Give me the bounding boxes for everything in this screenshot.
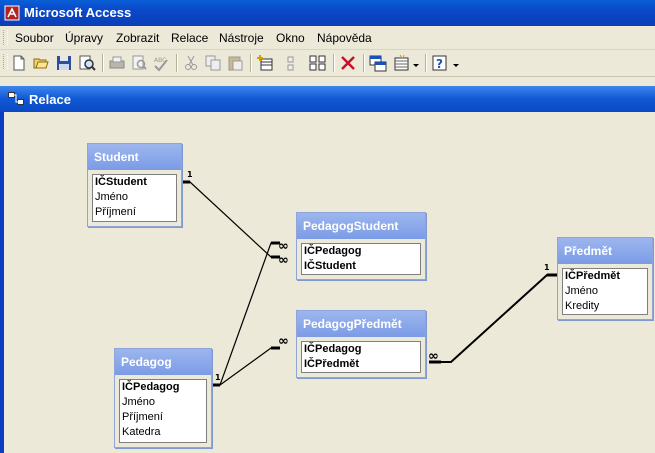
cardinality-one: 1 — [215, 373, 221, 382]
relationships-window-title: Relace — [29, 92, 71, 107]
field-list[interactable]: IČPedagog IČPředmět — [301, 341, 421, 373]
paste-icon[interactable] — [226, 54, 244, 72]
toolbar-separator — [363, 54, 365, 72]
table-pedagog-predmet[interactable]: PedagogPředmět IČPedagog IČPředmět — [296, 310, 426, 378]
field-item[interactable]: Katedra — [120, 425, 206, 440]
field-item[interactable]: IČPředmět — [563, 269, 647, 284]
field-item[interactable]: IČPedagog — [120, 380, 206, 395]
field-item[interactable]: Příjmení — [93, 205, 176, 220]
table-pedagog-student[interactable]: PedagogStudent IČPedagog IČStudent — [296, 212, 426, 280]
relationships-canvas[interactable]: 1 1 1 ∞ ∞ ∞ ∞ Student IČStudent Jméno Př… — [4, 112, 655, 453]
field-item[interactable]: IČStudent — [302, 259, 420, 274]
cardinality-many: ∞ — [278, 253, 289, 268]
field-list[interactable]: IČStudent Jméno Příjmení — [92, 174, 177, 222]
cardinality-many: ∞ — [278, 334, 289, 349]
relationships-icon — [8, 92, 24, 105]
toolbar-separator — [425, 54, 427, 72]
field-item[interactable]: IČPedagog — [302, 244, 420, 259]
toolbar-separator — [250, 54, 252, 72]
dropdown-arrow-icon[interactable] — [411, 54, 421, 72]
field-item[interactable]: Kredity — [563, 299, 647, 314]
menu-okno[interactable]: Okno — [276, 31, 305, 45]
field-item[interactable]: Jméno — [93, 190, 176, 205]
field-item[interactable]: Jméno — [120, 395, 206, 410]
print-preview-icon[interactable] — [130, 54, 148, 72]
table-student[interactable]: Student IČStudent Jméno Příjmení — [87, 143, 182, 227]
cardinality-one: 1 — [187, 170, 193, 179]
toolbar-separator — [176, 54, 178, 72]
dropdown-arrow-icon[interactable] — [451, 54, 461, 72]
relationships-icon[interactable] — [369, 54, 387, 72]
cardinality-one: 1 — [544, 263, 550, 272]
access-key-icon — [4, 5, 20, 21]
mdi-background — [0, 77, 655, 86]
svg-text:?: ? — [436, 57, 443, 71]
table-title[interactable]: Student — [88, 144, 181, 170]
toolbar-grip — [3, 54, 8, 69]
menu-grip — [3, 30, 8, 45]
field-list[interactable]: IČPedagog IČStudent — [301, 243, 421, 275]
help-icon[interactable]: ? — [431, 54, 449, 72]
field-item[interactable]: Příjmení — [120, 410, 206, 425]
menu-zobrazit[interactable]: Zobrazit — [116, 31, 159, 45]
relationship-line-predmet — [429, 274, 557, 363]
field-list[interactable]: IČPedagog Jméno Příjmení Katedra — [119, 379, 207, 443]
toolbar-separator — [333, 54, 335, 72]
toolbar: ABC ? — [0, 50, 655, 77]
menu-napoveda[interactable]: Nápověda — [317, 31, 372, 45]
table-title[interactable]: Předmět — [558, 238, 652, 264]
table-title[interactable]: PedagogStudent — [297, 213, 425, 239]
cut-icon[interactable] — [182, 54, 200, 72]
search-icon[interactable] — [78, 54, 96, 72]
relationships-window-title-bar[interactable]: Relace — [0, 86, 655, 112]
new-icon[interactable] — [10, 54, 28, 72]
show-table-icon[interactable] — [256, 54, 274, 72]
menu-bar: Soubor Úpravy Zobrazit Relace Nástroje O… — [0, 26, 655, 50]
table-predmet[interactable]: Předmět IČPředmět Jméno Kredity — [557, 237, 653, 320]
field-item[interactable]: IČStudent — [93, 175, 176, 190]
menu-nastroje[interactable]: Nástroje — [219, 31, 264, 45]
field-item[interactable]: IČPředmět — [302, 357, 420, 372]
field-list[interactable]: IČPředmět Jméno Kredity — [562, 268, 648, 315]
table-title[interactable]: Pedagog — [115, 349, 211, 375]
relationship-line-pedagog-student — [210, 242, 280, 386]
delete-icon[interactable] — [339, 54, 357, 72]
save-icon[interactable] — [55, 54, 73, 72]
menu-soubor[interactable]: Soubor — [15, 31, 54, 45]
field-item[interactable]: IČPedagog — [302, 342, 420, 357]
print-icon[interactable] — [108, 54, 126, 72]
menu-upravy[interactable]: Úpravy — [65, 31, 103, 45]
app-title: Microsoft Access — [24, 5, 132, 20]
show-direct-icon[interactable] — [286, 54, 304, 72]
copy-icon[interactable] — [204, 54, 222, 72]
table-pedagog[interactable]: Pedagog IČPedagog Jméno Příjmení Katedra — [114, 348, 212, 448]
cardinality-many: ∞ — [278, 239, 289, 254]
show-all-icon[interactable] — [309, 54, 327, 72]
toolbar-separator — [102, 54, 104, 72]
cardinality-many: ∞ — [428, 349, 439, 364]
new-object-icon[interactable] — [393, 54, 411, 72]
title-bar: Microsoft Access — [0, 0, 655, 26]
table-title[interactable]: PedagogPředmět — [297, 311, 425, 337]
open-icon[interactable] — [32, 54, 50, 72]
menu-relace[interactable]: Relace — [171, 31, 208, 45]
relationships-window: Relace 1 1 1 ∞ ∞ ∞ ∞ Student IČStudent J… — [0, 86, 655, 453]
relationship-line-student — [180, 181, 280, 258]
spelling-icon[interactable]: ABC — [152, 54, 170, 72]
field-item[interactable]: Jméno — [563, 284, 647, 299]
